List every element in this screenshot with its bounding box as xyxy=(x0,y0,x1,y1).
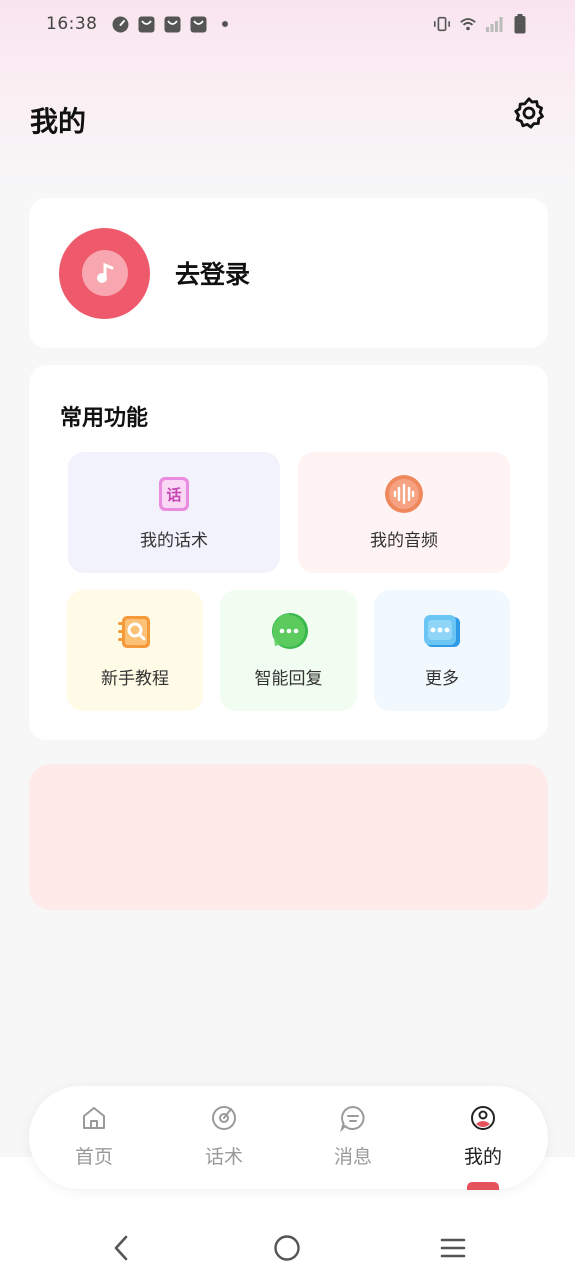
gear-icon xyxy=(512,96,546,134)
music-note-icon xyxy=(81,250,128,296)
battery-icon xyxy=(511,14,529,34)
settings-button[interactable] xyxy=(510,96,548,134)
menu-lines-icon xyxy=(439,1236,467,1264)
section-title: 常用功能 xyxy=(60,406,149,431)
tile-label: 新手教程 xyxy=(101,669,169,689)
more-icon xyxy=(422,612,462,652)
script-icon-char: 话 xyxy=(166,486,181,504)
tile-label: 我的音频 xyxy=(370,531,438,551)
tab-label: 消息 xyxy=(333,1146,372,1168)
message-icon xyxy=(339,1104,367,1132)
common-functions-card: 常用功能 话 我的话术 我的音频 新手教程 智能回复 更多 xyxy=(29,365,548,740)
back-button[interactable] xyxy=(101,1230,141,1270)
tile-label: 我的话术 xyxy=(140,531,208,551)
more-tile[interactable]: 更多 xyxy=(374,590,510,711)
dot-icon xyxy=(216,15,234,33)
vibrate-icon xyxy=(433,15,451,33)
avatar[interactable] xyxy=(59,227,150,319)
audio-wave-icon xyxy=(384,474,424,514)
tile-label: 智能回复 xyxy=(254,669,323,689)
shopping-bag-icon xyxy=(190,15,208,33)
tab-label: 我的 xyxy=(463,1146,502,1168)
shopping-bag-icon xyxy=(164,15,182,33)
page-title: 我的 xyxy=(30,105,87,138)
home-icon xyxy=(80,1104,108,1132)
signal-icon xyxy=(485,15,503,33)
tab-script[interactable]: 话术 xyxy=(164,1086,284,1189)
my-audio-tile[interactable]: 我的音频 xyxy=(298,452,510,573)
my-scripts-tile[interactable]: 话 我的话术 xyxy=(68,452,280,573)
chat-bubble-icon xyxy=(269,612,309,652)
smart-reply-tile[interactable]: 智能回复 xyxy=(220,590,357,711)
promo-banner[interactable] xyxy=(29,764,548,910)
speedometer-icon xyxy=(112,15,130,33)
tab-label: 话术 xyxy=(204,1146,243,1168)
active-tab-indicator xyxy=(467,1182,499,1190)
login-card[interactable]: 去登录 xyxy=(29,198,548,348)
wifi-icon xyxy=(459,15,477,33)
tab-home[interactable]: 首页 xyxy=(34,1086,154,1189)
tile-label: 更多 xyxy=(425,669,459,689)
profile-icon xyxy=(469,1104,497,1132)
recents-button[interactable] xyxy=(433,1230,473,1270)
script-icon: 话 xyxy=(154,474,194,514)
system-status-icons xyxy=(433,14,529,34)
status-bar: 16:38 xyxy=(0,0,575,48)
home-nav-button[interactable] xyxy=(267,1230,307,1270)
tab-messages[interactable]: 消息 xyxy=(293,1086,413,1189)
status-time: 16:38 xyxy=(46,14,98,34)
tutorial-book-icon xyxy=(115,612,155,652)
tutorial-tile[interactable]: 新手教程 xyxy=(67,590,203,711)
tab-label: 首页 xyxy=(74,1146,113,1168)
circle-home-icon xyxy=(273,1234,301,1266)
notification-icons xyxy=(112,15,234,33)
bottom-tab-bar: 首页 话术 消息 我的 xyxy=(29,1086,548,1190)
chevron-left-icon xyxy=(111,1234,131,1266)
tab-mine[interactable]: 我的 xyxy=(423,1086,543,1189)
login-link[interactable]: 去登录 xyxy=(175,255,250,291)
script-tab-icon xyxy=(210,1104,238,1132)
shopping-bag-icon xyxy=(138,15,156,33)
